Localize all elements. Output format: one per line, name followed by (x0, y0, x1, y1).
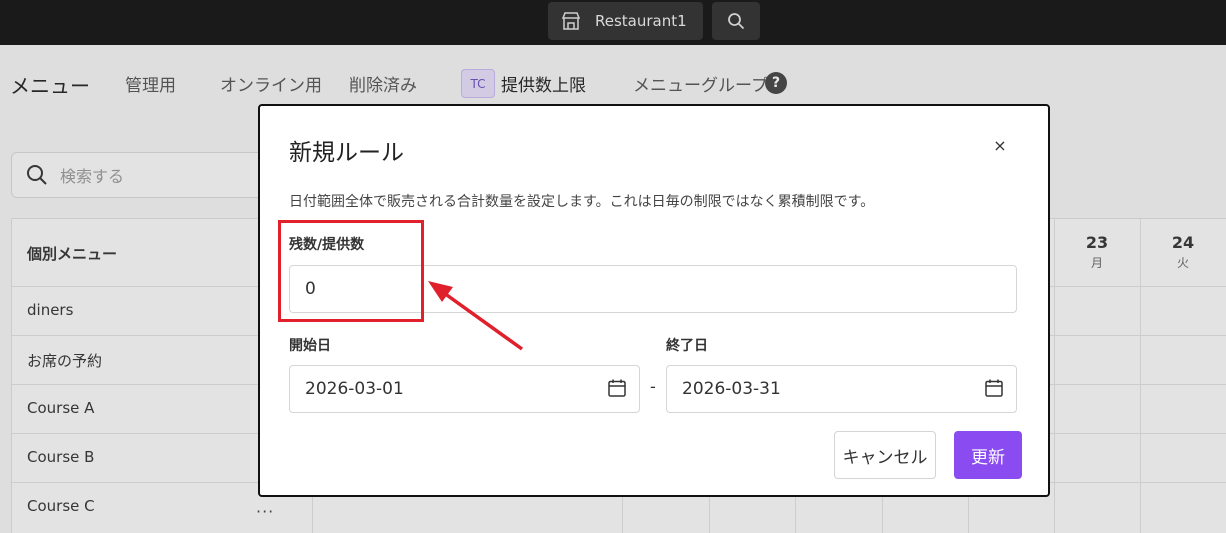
annotation-arrow-icon (428, 281, 524, 351)
